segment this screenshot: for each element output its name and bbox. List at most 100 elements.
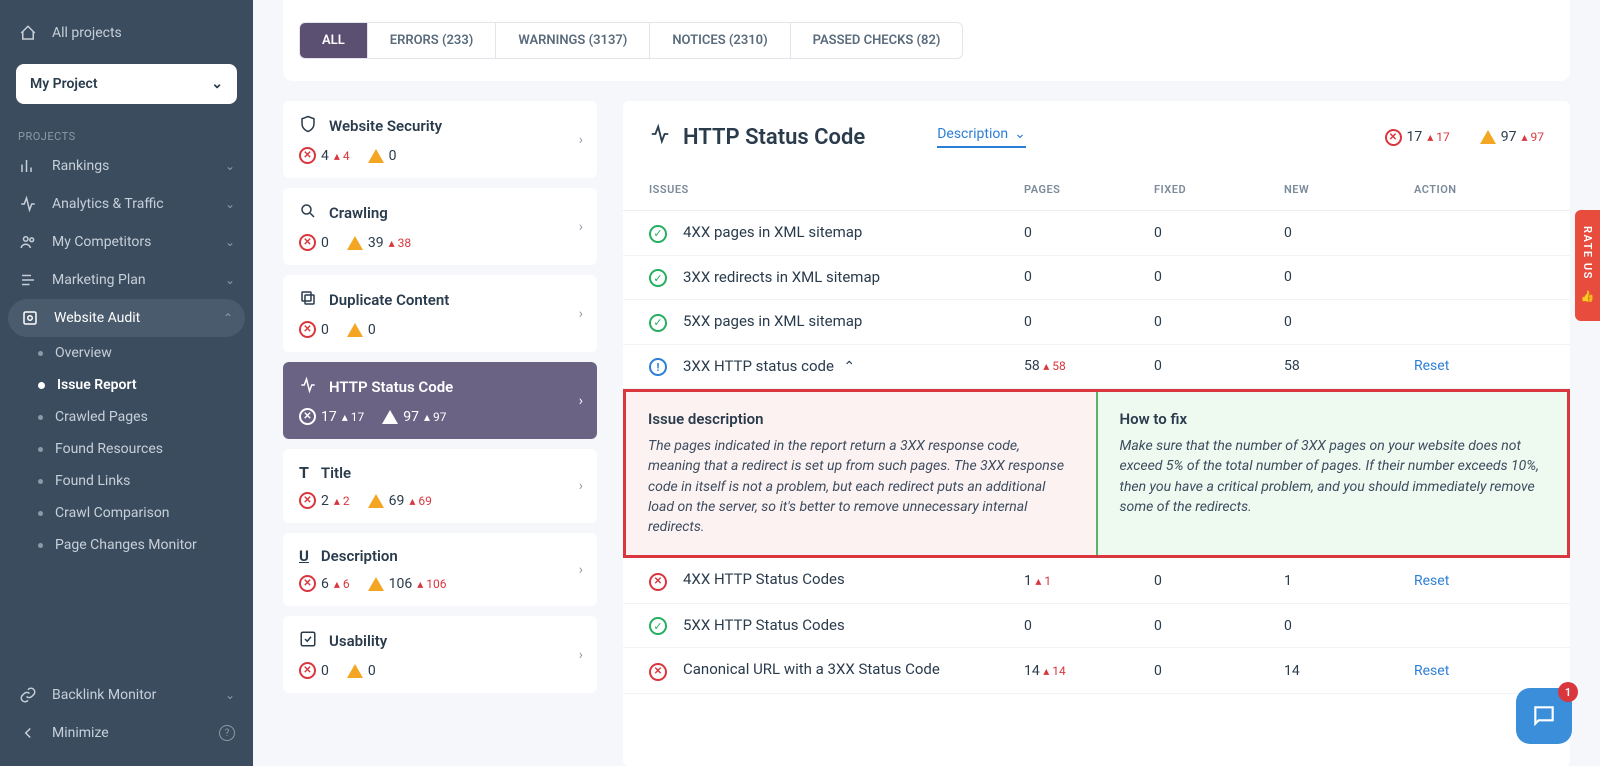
- audit-icon: [20, 309, 40, 327]
- chevron-down-icon: ⌄: [211, 76, 223, 92]
- pulse-icon: [18, 195, 38, 213]
- filter-tabs-card: ALL ERRORS (233) WARNINGS (3137) NOTICES…: [283, 0, 1570, 81]
- issue-description-box: Issue description The pages indicated in…: [626, 392, 1098, 555]
- chevron-right-icon: ›: [579, 393, 583, 409]
- thumbs-up-icon: 👍: [1581, 290, 1594, 305]
- projects-section-label: PROJECTS: [0, 122, 253, 147]
- help-icon: ?: [219, 725, 235, 741]
- cat-duplicate-content[interactable]: Duplicate Content › ✕0 0: [283, 275, 597, 352]
- content-row: Website Security › ✕4▴ 4 0 Crawling › ✕0…: [253, 101, 1600, 766]
- chevron-right-icon: ›: [579, 219, 583, 235]
- cat-description[interactable]: UDescription › ✕6▴ 6 106▴ 106: [283, 533, 597, 606]
- pulse-icon: [299, 376, 317, 398]
- nav-marketing-plan[interactable]: Marketing Plan ⌄: [0, 261, 253, 299]
- chevron-down-icon: ⌄: [225, 273, 235, 287]
- nav-all-projects[interactable]: All projects: [0, 14, 253, 52]
- sub-crawl-comparison[interactable]: Crawl Comparison: [10, 497, 253, 529]
- info-icon: !: [649, 358, 667, 376]
- chevron-down-icon: ⌄: [1014, 126, 1026, 142]
- chat-button[interactable]: 1: [1516, 688, 1572, 744]
- underline-icon: U: [299, 547, 309, 565]
- chevron-up-icon: ⌃: [843, 359, 855, 375]
- warning-icon: [347, 664, 363, 678]
- table-row[interactable]: ✕Canonical URL with a 3XX Status Code 14…: [623, 648, 1570, 694]
- error-icon: ✕: [299, 147, 316, 164]
- chevron-right-icon: ›: [579, 306, 583, 322]
- error-icon: ✕: [299, 662, 316, 679]
- home-icon: [18, 24, 38, 42]
- sub-found-resources[interactable]: Found Resources: [10, 433, 253, 465]
- sub-issue-report[interactable]: Issue Report: [10, 369, 253, 401]
- warning-icon: [368, 494, 384, 508]
- description-dropdown[interactable]: Description ⌄: [937, 126, 1026, 148]
- nav-analytics[interactable]: Analytics & Traffic ⌄: [0, 185, 253, 223]
- link-icon: [18, 686, 38, 704]
- nav-competitors[interactable]: My Competitors ⌄: [0, 223, 253, 261]
- pane-title: HTTP Status Code: [649, 123, 865, 151]
- chat-badge: 1: [1558, 682, 1578, 702]
- nav-minimize[interactable]: Minimize ?: [0, 714, 253, 752]
- ok-icon: ✓: [649, 269, 667, 287]
- main: ALL ERRORS (233) WARNINGS (3137) NOTICES…: [253, 0, 1600, 766]
- nav-backlink-monitor[interactable]: Backlink Monitor ⌄: [0, 676, 253, 714]
- error-icon: ✕: [649, 573, 667, 591]
- warning-icon: [347, 323, 363, 337]
- error-icon: ✕: [1385, 129, 1402, 146]
- chevron-right-icon: ›: [579, 132, 583, 148]
- warning-icon: [347, 236, 363, 250]
- sub-page-changes[interactable]: Page Changes Monitor: [10, 529, 253, 561]
- table-row[interactable]: ✓4XX pages in XML sitemap 0 0 0: [623, 211, 1570, 256]
- people-icon: [18, 233, 38, 251]
- cat-http-status-code[interactable]: HTTP Status Code › ✕17▴ 17 97▴ 97: [283, 362, 597, 439]
- check-icon: [299, 630, 317, 652]
- reset-link[interactable]: Reset: [1414, 663, 1449, 679]
- sub-overview[interactable]: Overview: [10, 337, 253, 369]
- table-row[interactable]: ✓3XX redirects in XML sitemap 0 0 0: [623, 256, 1570, 301]
- all-projects-label: All projects: [52, 25, 122, 41]
- warning-icon: [368, 149, 384, 163]
- error-icon: ✕: [299, 492, 316, 509]
- warning-icon: [368, 577, 384, 591]
- tab-errors[interactable]: ERRORS (233): [368, 23, 497, 58]
- chevron-down-icon: ⌄: [225, 235, 235, 249]
- search-icon: [299, 202, 317, 224]
- arrow-left-icon: [18, 724, 38, 742]
- nav-rankings[interactable]: Rankings ⌄: [0, 147, 253, 185]
- bars-icon: [18, 157, 38, 175]
- project-selector[interactable]: My Project ⌄: [16, 64, 237, 104]
- chevron-down-icon: ⌄: [225, 688, 235, 702]
- nav-website-audit[interactable]: Website Audit ⌃: [8, 299, 245, 337]
- table-row[interactable]: ✕4XX HTTP Status Codes 1 ▴ 1 0 1 Reset: [623, 558, 1570, 604]
- chevron-up-icon: ⌃: [223, 311, 233, 325]
- sub-found-links[interactable]: Found Links: [10, 465, 253, 497]
- cat-crawling[interactable]: Crawling › ✕0 39▴ 38: [283, 188, 597, 265]
- tab-warnings[interactable]: WARNINGS (3137): [496, 23, 650, 58]
- cat-website-security[interactable]: Website Security › ✕4▴ 4 0: [283, 101, 597, 178]
- pane-stats: ✕17 ▴ 17 97 ▴ 97: [1385, 129, 1545, 146]
- project-name: My Project: [30, 76, 98, 92]
- error-icon: ✕: [299, 234, 316, 251]
- chevron-right-icon: ›: [579, 647, 583, 663]
- tab-notices[interactable]: NOTICES (2310): [650, 23, 790, 58]
- ok-icon: ✓: [649, 617, 667, 635]
- error-icon: ✕: [299, 321, 316, 338]
- table-row[interactable]: ✓5XX pages in XML sitemap 0 0 0: [623, 300, 1570, 345]
- list-icon: [18, 271, 38, 289]
- tab-passed[interactable]: PASSED CHECKS (82): [791, 23, 963, 58]
- cat-title[interactable]: TTitle › ✕2▴ 2 69▴ 69: [283, 449, 597, 523]
- error-icon: ✕: [649, 663, 667, 681]
- pulse-icon: [649, 123, 671, 151]
- audit-sublist: Overview Issue Report Crawled Pages Foun…: [0, 337, 253, 561]
- table-row[interactable]: ✓5XX HTTP Status Codes 0 0 0: [623, 604, 1570, 649]
- issue-pane: HTTP Status Code Description ⌄ ✕17 ▴ 17 …: [623, 101, 1570, 766]
- reset-link[interactable]: Reset: [1414, 358, 1449, 374]
- table-row-expanded[interactable]: !3XX HTTP status code ⌃ 58 ▴ 58 0 58 Res…: [623, 345, 1570, 390]
- reset-link[interactable]: Reset: [1414, 573, 1449, 589]
- tab-all[interactable]: ALL: [300, 23, 368, 58]
- ok-icon: ✓: [649, 314, 667, 332]
- how-to-fix-box: How to fix Make sure that the number of …: [1098, 392, 1568, 555]
- cat-usability[interactable]: Usability › ✕0 0: [283, 616, 597, 693]
- shield-icon: [299, 115, 317, 137]
- sub-crawled-pages[interactable]: Crawled Pages: [10, 401, 253, 433]
- rate-us-tab[interactable]: RATE US 👍: [1575, 210, 1600, 321]
